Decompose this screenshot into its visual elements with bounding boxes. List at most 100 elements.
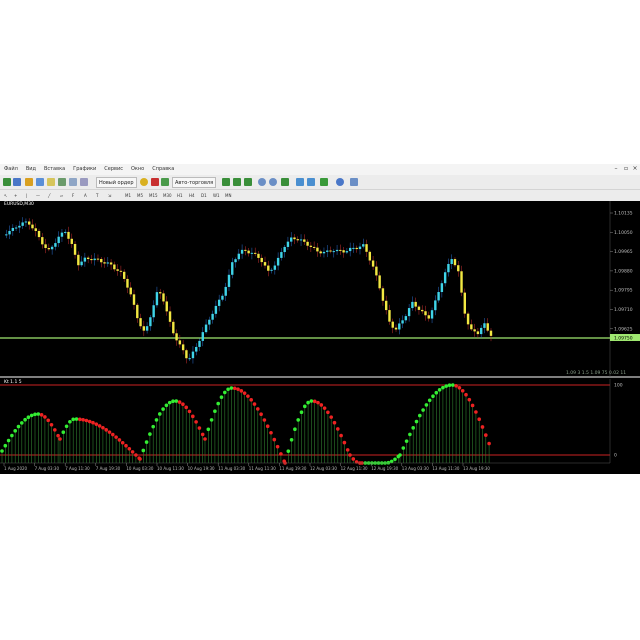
tile-windows-icon[interactable] bbox=[281, 178, 289, 186]
menu-view[interactable]: Вид bbox=[22, 164, 40, 175]
label-tool-icon[interactable]: T bbox=[96, 192, 98, 199]
indicator-dot bbox=[447, 383, 452, 387]
zoom-out-icon[interactable] bbox=[269, 178, 277, 186]
candle-body bbox=[352, 247, 355, 249]
indicators-icon[interactable] bbox=[320, 178, 328, 186]
timeframe-d1[interactable]: D1 bbox=[201, 192, 207, 199]
data-window-icon[interactable] bbox=[47, 178, 55, 186]
market-watch-icon[interactable] bbox=[36, 178, 44, 186]
chart-window[interactable]: EURUSD,M30 1.09 3 1.5 1.09 75 0.02 11 Kt… bbox=[0, 201, 640, 474]
minimize-icon[interactable]: – bbox=[612, 165, 620, 173]
candle-body bbox=[368, 251, 372, 261]
text-tool-icon[interactable]: A bbox=[84, 192, 87, 199]
menu-file[interactable]: Файл bbox=[0, 164, 22, 175]
indicator-dot bbox=[87, 419, 92, 424]
candle-body bbox=[113, 264, 116, 270]
candle-body bbox=[116, 269, 119, 271]
horizontal-line-icon[interactable]: — bbox=[36, 192, 40, 199]
candle-body bbox=[299, 239, 303, 241]
indicator-dot bbox=[127, 446, 132, 451]
arrows-icon[interactable]: ⇲ bbox=[108, 192, 111, 199]
indicator-dot bbox=[272, 437, 277, 442]
candle-body bbox=[204, 324, 208, 333]
candle-body bbox=[93, 258, 96, 261]
profiles-icon[interactable] bbox=[13, 178, 21, 186]
menu-tools[interactable]: Сервис bbox=[100, 164, 127, 175]
candle-body bbox=[283, 246, 286, 253]
timeframe-mn[interactable]: MN bbox=[225, 192, 231, 199]
menu-insert[interactable]: Вставка bbox=[40, 164, 69, 175]
terminal-icon[interactable] bbox=[69, 178, 77, 186]
candle-body bbox=[286, 241, 290, 247]
indicator-dot bbox=[408, 432, 412, 437]
line-chart-icon[interactable] bbox=[244, 178, 252, 186]
timeframe-m30[interactable]: M30 bbox=[163, 192, 172, 199]
indicator-dot bbox=[117, 438, 122, 442]
menu-window[interactable]: Окно bbox=[127, 164, 148, 175]
candle-body bbox=[411, 301, 414, 309]
timeframe-w1[interactable]: W1 bbox=[213, 192, 220, 199]
candle-body bbox=[211, 313, 214, 320]
fibonacci-icon[interactable]: F bbox=[72, 192, 74, 199]
strategy-tester-icon[interactable] bbox=[80, 178, 88, 186]
indicator-dot bbox=[213, 409, 217, 414]
vertical-line-icon[interactable]: | bbox=[26, 192, 27, 199]
indicator-dot bbox=[114, 435, 118, 439]
new-order-button[interactable]: Новый ордер bbox=[96, 177, 137, 188]
candle-body bbox=[384, 300, 388, 311]
autotrading-button[interactable]: Авто-торговля bbox=[172, 177, 217, 188]
candle-body bbox=[440, 283, 444, 293]
indicator-dot bbox=[460, 388, 465, 393]
account-icon[interactable] bbox=[151, 178, 159, 186]
candle-body bbox=[362, 244, 365, 247]
candle-body bbox=[67, 231, 70, 239]
time-label: 7 Aug 03:30 bbox=[35, 466, 60, 471]
symbol-title: EURUSD,M30 bbox=[4, 201, 34, 207]
timeframe-m15[interactable]: M15 bbox=[149, 192, 158, 199]
menu-charts[interactable]: Графики bbox=[69, 164, 100, 175]
trendline-icon[interactable]: ╱ bbox=[48, 192, 50, 199]
navigator-icon[interactable] bbox=[58, 178, 66, 186]
signals-icon[interactable] bbox=[161, 178, 169, 186]
cursor-icon[interactable]: ↖ bbox=[4, 192, 7, 199]
templates-icon[interactable] bbox=[350, 178, 358, 186]
candle-body bbox=[358, 246, 362, 250]
crosshair-icon[interactable]: + bbox=[14, 192, 17, 199]
candle-body bbox=[326, 250, 329, 252]
indicator-dot bbox=[164, 403, 169, 408]
indicator-dot bbox=[401, 446, 406, 450]
autoscroll-icon[interactable] bbox=[296, 178, 304, 186]
candle-body bbox=[145, 326, 149, 331]
timeframe-m5[interactable]: M5 bbox=[137, 192, 143, 199]
indicator-dot bbox=[444, 384, 449, 388]
indicator-dot bbox=[151, 424, 155, 429]
metaeditor-icon[interactable] bbox=[140, 178, 148, 186]
zoom-in-icon[interactable] bbox=[258, 178, 266, 186]
menu-help[interactable]: Справка bbox=[148, 164, 178, 175]
indicator-dot bbox=[58, 437, 62, 441]
timeframe-m1[interactable]: M1 bbox=[125, 192, 131, 199]
close-icon[interactable]: × bbox=[631, 165, 639, 173]
candle-body bbox=[270, 269, 273, 271]
chart-shift-icon[interactable] bbox=[307, 178, 315, 186]
channel-icon[interactable]: ▱ bbox=[60, 192, 63, 199]
indicator-dot bbox=[111, 432, 115, 437]
candle-body bbox=[188, 358, 191, 360]
open-folder-icon[interactable] bbox=[25, 178, 33, 186]
candle-body bbox=[100, 258, 103, 263]
restore-icon[interactable]: ▫ bbox=[622, 165, 630, 173]
indicator-dot bbox=[36, 412, 41, 416]
timeframe-h4[interactable]: H4 bbox=[189, 192, 195, 199]
candlestick-icon[interactable] bbox=[233, 178, 241, 186]
indicator-dot bbox=[33, 412, 37, 417]
periods-icon[interactable] bbox=[336, 178, 344, 186]
candle-body bbox=[303, 239, 306, 242]
timeframe-h1[interactable]: H1 bbox=[177, 192, 183, 199]
candle-body bbox=[322, 251, 326, 254]
new-chart-icon[interactable] bbox=[3, 178, 11, 186]
candle-body bbox=[165, 301, 168, 312]
chart-canvas[interactable]: EURUSD,M30 1.09 3 1.5 1.09 75 0.02 11 Kt… bbox=[0, 201, 640, 474]
candle-body bbox=[221, 295, 224, 300]
indicator-dot bbox=[316, 400, 320, 405]
bar-chart-icon[interactable] bbox=[222, 178, 230, 186]
